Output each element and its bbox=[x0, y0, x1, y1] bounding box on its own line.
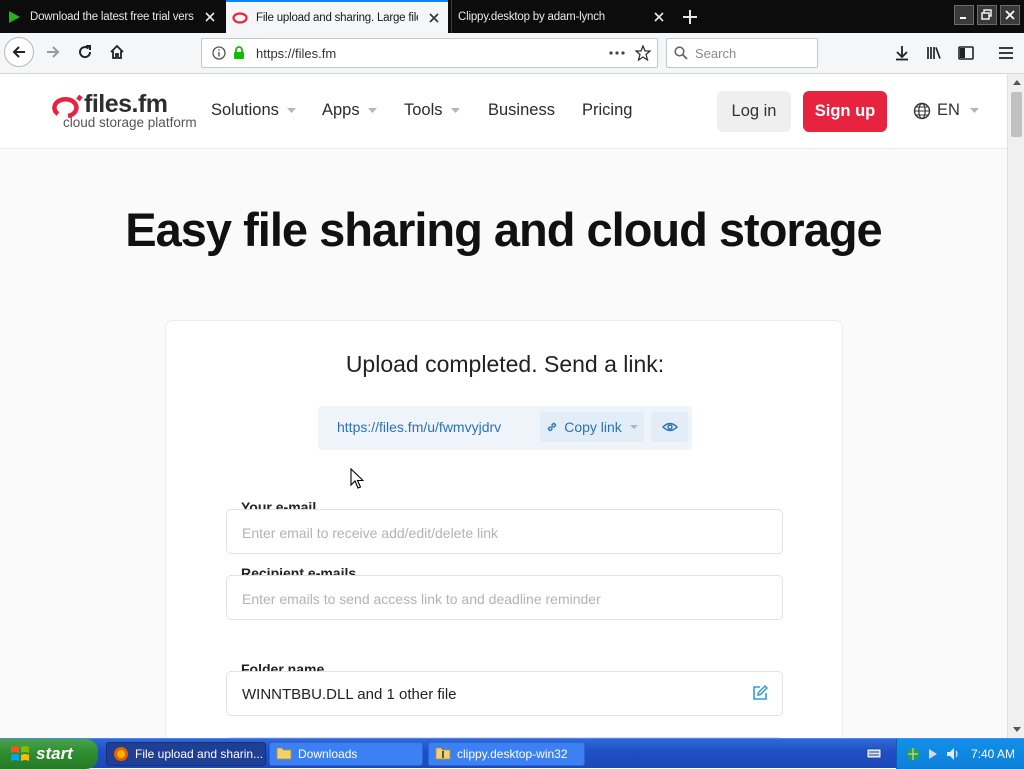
login-button[interactable]: Log in bbox=[717, 91, 791, 132]
globe-icon bbox=[913, 102, 931, 120]
close-tab-icon[interactable] bbox=[426, 10, 442, 26]
scroll-up-icon[interactable] bbox=[1008, 74, 1024, 91]
taskbar-item-downloads[interactable]: Downloads bbox=[269, 742, 423, 766]
network-icon[interactable] bbox=[905, 746, 921, 762]
close-tab-icon[interactable] bbox=[202, 9, 218, 25]
upload-status-text: Upload completed. Send a link: bbox=[345, 351, 665, 377]
close-window-button[interactable] bbox=[1000, 5, 1020, 25]
scrollbar-thumb[interactable] bbox=[1011, 92, 1022, 137]
restore-window-button[interactable] bbox=[977, 5, 997, 25]
taskbar-item-label: clippy.desktop-win32 bbox=[457, 747, 568, 761]
tab-title: Clippy.desktop by adam-lynch bbox=[458, 10, 605, 23]
chevron-down-icon bbox=[969, 108, 979, 113]
nav-label: Tools bbox=[404, 101, 443, 119]
nav-label: Pricing bbox=[582, 101, 633, 119]
forward-button[interactable] bbox=[38, 37, 68, 67]
tab-files-fm[interactable]: File upload and sharing. Large file bbox=[226, 0, 448, 33]
page-actions-icon[interactable] bbox=[605, 51, 629, 55]
folder-icon bbox=[276, 746, 292, 762]
close-tab-icon[interactable] bbox=[651, 9, 667, 25]
sidebar-toggle-icon[interactable] bbox=[954, 41, 978, 65]
recipient-emails-field[interactable]: Enter emails to send access link to and … bbox=[226, 575, 783, 620]
new-tab-button[interactable] bbox=[678, 5, 702, 29]
nav-business[interactable]: Business bbox=[488, 101, 555, 120]
scroll-down-icon[interactable] bbox=[1008, 721, 1024, 738]
taskbar-item-firefox[interactable]: File upload and sharin... bbox=[106, 742, 266, 766]
lock-icon[interactable] bbox=[230, 46, 248, 60]
reload-button[interactable] bbox=[70, 37, 100, 67]
info-icon[interactable] bbox=[208, 46, 230, 60]
firefox-icon bbox=[113, 746, 129, 762]
address-bar[interactable]: https://files.fm bbox=[201, 38, 658, 68]
tab-download-trial[interactable]: Download the latest free trial vers bbox=[0, 0, 224, 33]
copy-link-button[interactable]: Copy link bbox=[540, 412, 644, 442]
start-button[interactable]: start bbox=[0, 739, 98, 769]
language-selector[interactable]: EN bbox=[913, 101, 979, 120]
folder-name-field[interactable]: WINNTBBU.DLL and 1 other file bbox=[226, 671, 783, 716]
email-field[interactable]: Enter email to receive add/edit/delete l… bbox=[226, 509, 783, 554]
preview-eye-icon[interactable] bbox=[651, 412, 688, 442]
minimize-window-button[interactable] bbox=[954, 5, 974, 25]
zip-folder-icon bbox=[435, 746, 451, 762]
search-bar[interactable]: Search bbox=[666, 38, 818, 68]
back-button[interactable] bbox=[4, 37, 34, 67]
mouse-pointer-icon bbox=[350, 467, 365, 495]
nav-pricing[interactable]: Pricing bbox=[582, 101, 632, 120]
tab-title: Download the latest free trial vers bbox=[30, 10, 194, 23]
home-button[interactable] bbox=[102, 37, 132, 67]
browser-toolbar: https://files.fm Search bbox=[0, 33, 1024, 74]
taskbar-item-label: File upload and sharin... bbox=[135, 747, 264, 761]
windows-taskbar: start File upload and sharin... Download… bbox=[0, 738, 1024, 769]
nav-solutions[interactable]: Solutions bbox=[211, 101, 296, 120]
taskbar-item-clippy[interactable]: clippy.desktop-win32 bbox=[428, 742, 585, 766]
nav-label: Solutions bbox=[211, 101, 279, 119]
bookmark-star-icon[interactable] bbox=[629, 45, 657, 61]
taskbar-item-label: Downloads bbox=[298, 747, 358, 761]
search-icon bbox=[667, 46, 695, 60]
chevron-down-icon bbox=[450, 108, 460, 113]
tab-title: File upload and sharing. Large file bbox=[256, 11, 418, 24]
nav-tools[interactable]: Tools bbox=[404, 101, 460, 120]
tray-app-icon[interactable] bbox=[925, 746, 941, 762]
signup-button[interactable]: Sign up bbox=[803, 91, 887, 132]
email-placeholder: Enter email to receive add/edit/delete l… bbox=[242, 525, 499, 541]
clock: 7:40 AM bbox=[971, 747, 1016, 761]
hamburger-menu-icon[interactable] bbox=[994, 41, 1018, 65]
language-label: EN bbox=[937, 101, 960, 119]
url-text: https://files.fm bbox=[256, 45, 337, 61]
edit-icon[interactable] bbox=[752, 685, 768, 701]
page-scrollbar[interactable] bbox=[1007, 74, 1024, 738]
tab-strip: Download the latest free trial vers File… bbox=[0, 0, 1024, 33]
share-link[interactable]: https://files.fm/u/fwmvyjdrv bbox=[337, 419, 501, 435]
chevron-down-icon bbox=[367, 108, 377, 113]
search-placeholder: Search bbox=[695, 45, 737, 61]
share-link-box: https://files.fm/u/fwmvyjdrv Copy link bbox=[318, 406, 692, 450]
files-fm-favicon-icon bbox=[232, 10, 248, 26]
link-icon bbox=[546, 421, 558, 433]
play-icon bbox=[6, 9, 22, 25]
recipients-placeholder: Enter emails to send access link to and … bbox=[242, 591, 601, 607]
tab-clippy[interactable]: Clippy.desktop by adam-lynch bbox=[451, 0, 673, 33]
nav-apps[interactable]: Apps bbox=[322, 101, 377, 120]
downloads-icon[interactable] bbox=[890, 41, 914, 65]
nav-label: Apps bbox=[322, 101, 360, 119]
hero-title: Easy file sharing and cloud storage bbox=[125, 203, 882, 256]
site-header: files.fm cloud storage platform Solution… bbox=[0, 74, 1007, 149]
upload-result-card: Upload completed. Send a link: https://f… bbox=[165, 320, 843, 738]
logo-tagline: cloud storage platform bbox=[63, 115, 197, 130]
folder-name-value: WINNTBBU.DLL and 1 other file bbox=[242, 686, 457, 703]
tray-icons bbox=[905, 746, 961, 762]
start-label: start bbox=[36, 744, 73, 763]
volume-icon[interactable] bbox=[945, 746, 961, 762]
nav-label: Business bbox=[488, 101, 555, 119]
library-icon[interactable] bbox=[922, 41, 946, 65]
system-tray: 7:40 AM bbox=[896, 739, 1024, 769]
keyboard-language-icon[interactable] bbox=[866, 745, 882, 766]
chevron-down-icon bbox=[286, 108, 296, 113]
windows-logo-icon bbox=[10, 744, 30, 764]
web-page: files.fm cloud storage platform Solution… bbox=[0, 74, 1007, 738]
copy-link-label: Copy link bbox=[564, 419, 622, 435]
chevron-down-icon bbox=[629, 425, 638, 429]
